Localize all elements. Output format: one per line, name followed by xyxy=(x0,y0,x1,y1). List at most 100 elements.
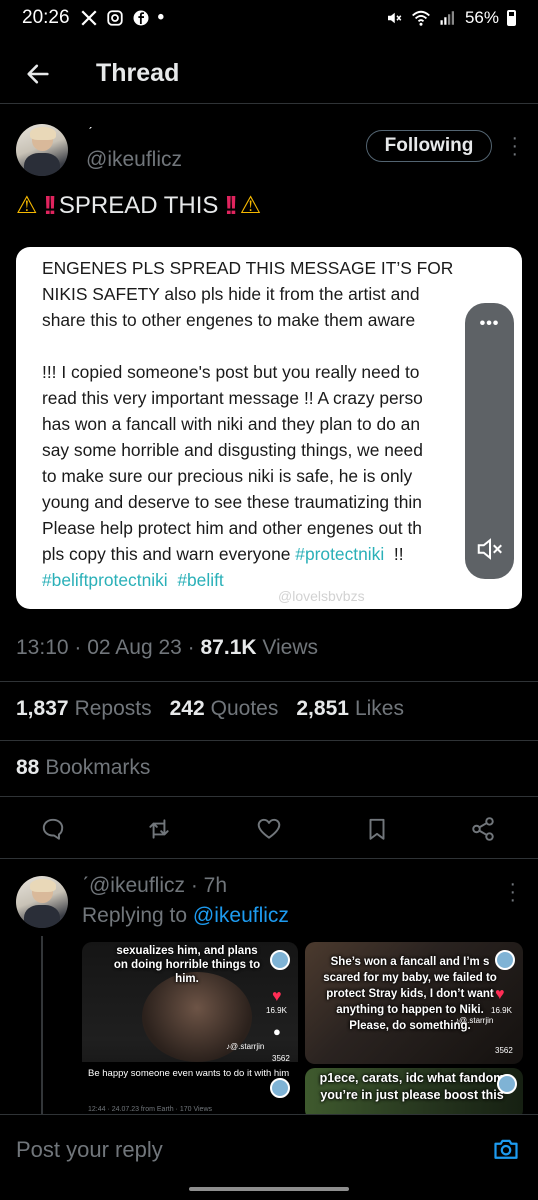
warning-icon: ⚠ xyxy=(239,192,262,219)
action-bar xyxy=(0,808,538,848)
media-line: say some horrible and disgusting things,… xyxy=(42,440,423,460)
media-line: has won a fancall with niki and they pla… xyxy=(42,414,421,434)
volume-mute-icon[interactable] xyxy=(475,534,505,569)
hashtag: #beliftprotectniki xyxy=(42,570,168,590)
media-caption: sexualizes him, and plans on doing horri… xyxy=(113,945,261,985)
views-label: Views xyxy=(262,636,319,659)
bookmark-icon xyxy=(369,818,385,840)
divider xyxy=(0,796,538,797)
status-bar: 20:26 • 56% xyxy=(0,0,538,36)
like-count: 16.9K xyxy=(266,1006,287,1015)
divider xyxy=(0,858,538,859)
instagram-icon xyxy=(106,10,123,26)
reply-media-1[interactable]: sexualizes him, and plans on doing horri… xyxy=(82,942,298,1120)
hashtag: #belift xyxy=(177,570,224,590)
post-time: 13:10 xyxy=(16,636,69,659)
media-line: !!! I copied someone's post but you real… xyxy=(42,362,420,382)
heart-icon: ♥ xyxy=(495,986,505,1003)
likes-stat[interactable]: 2,851 Likes xyxy=(296,697,404,721)
media-line: share this to other engenes to make them… xyxy=(42,310,416,330)
reply-header: ˊ@ikeuflicz · 7h Replying to @ikeuflicz … xyxy=(16,872,522,932)
battery-percent: 56% xyxy=(464,8,499,27)
floating-video-controls[interactable]: ••• xyxy=(465,303,514,579)
x-icon xyxy=(81,10,97,26)
tiktok-user: ♪@.starrjin xyxy=(226,1042,265,1051)
back-button[interactable] xyxy=(8,44,68,104)
share-icon xyxy=(472,817,494,841)
reply-media-2[interactable]: She’s won a fancall and I’m s scared for… xyxy=(305,942,523,1064)
like-count: 16.9K xyxy=(491,1006,512,1015)
following-button[interactable]: Following xyxy=(366,130,492,162)
avatar[interactable] xyxy=(16,124,68,176)
divider xyxy=(0,681,538,682)
heart-icon xyxy=(257,818,281,839)
media-line: ENGENES PLS SPREAD THIS MESSAGE IT’S FOR xyxy=(42,258,454,278)
media-line: pls copy this and warn everyone #protect… xyxy=(42,544,404,564)
post-media[interactable]: ENGENES PLS SPREAD THIS MESSAGE IT’S FOR… xyxy=(16,247,522,609)
thread-line xyxy=(41,936,43,1116)
post-date: 02 Aug 23 xyxy=(87,636,182,659)
top-bar: Thread xyxy=(0,44,538,104)
divider xyxy=(0,740,538,741)
post-header: ˊ @ikeuflicz Following · · · xyxy=(16,124,522,180)
media-line: read this very important message !! A cr… xyxy=(42,388,423,408)
view-count: 87.1K xyxy=(200,636,257,659)
profile-icon xyxy=(497,1074,517,1094)
post-meta: 13:10 · 02 Aug 23 · 87.1K Views xyxy=(16,636,319,659)
bookmarks-stat[interactable]: 88 Bookmarks xyxy=(16,756,150,780)
heart-icon: ♥ xyxy=(272,988,282,1005)
replying-to-link[interactable]: @ikeuflicz xyxy=(193,904,289,927)
watermark: @lovelsbvbzs xyxy=(278,588,365,604)
signal-icon xyxy=(440,11,454,25)
hashtag: #protectniki xyxy=(295,544,385,564)
arrow-left-icon xyxy=(27,64,49,83)
profile-icon xyxy=(270,950,290,970)
media-caption: p1ece, carats, idc what fandom you’re in… xyxy=(319,1071,505,1102)
tweet-footer: 12:44 · 24.07.23 from Earth · 170 Views xyxy=(88,1106,212,1113)
avatar[interactable] xyxy=(16,876,68,928)
home-indicator xyxy=(189,1187,349,1191)
more-options-icon[interactable]: · · · xyxy=(509,874,516,910)
media-line: young and deserve to see these traumatiz… xyxy=(42,492,422,512)
profile-icon xyxy=(495,950,515,970)
profile-icon xyxy=(270,1078,290,1098)
like-button[interactable] xyxy=(254,814,284,844)
display-name[interactable]: ˊ xyxy=(88,124,93,140)
reply-author[interactable]: ˊ@ikeuflicz · 7h xyxy=(82,874,227,898)
wifi-icon xyxy=(412,10,430,26)
reply-input[interactable]: Post your reply xyxy=(16,1137,163,1163)
bookmark-button[interactable] xyxy=(362,814,392,844)
more-options-icon[interactable]: · · · xyxy=(511,128,518,164)
camera-button[interactable] xyxy=(492,1135,520,1168)
reply-icon xyxy=(42,818,64,840)
status-dot: • xyxy=(157,7,165,28)
mute-icon xyxy=(387,12,402,24)
engagement-stats: 1,837 Reposts 242 Quotes 2,851 Likes xyxy=(16,697,422,721)
more-icon[interactable]: ••• xyxy=(465,315,514,333)
facebook-icon xyxy=(133,10,149,26)
reply-button[interactable] xyxy=(38,814,68,844)
media-line: Please help protect him and other engene… xyxy=(42,518,422,538)
notification-icons: • xyxy=(80,7,165,29)
media-line: to make sure our precious niki is safe, … xyxy=(42,466,413,486)
media-line: NIKIS SAFETY also pls hide it from the a… xyxy=(42,284,420,304)
status-time: 20:26 xyxy=(22,7,70,28)
double-exclamation-icon: !! xyxy=(224,190,237,220)
warning-icon: ⚠ xyxy=(16,192,38,219)
quotes-stat[interactable]: 242 Quotes xyxy=(170,697,279,721)
author-handle[interactable]: @ikeuflicz xyxy=(86,148,182,172)
camera-icon xyxy=(494,1139,518,1159)
tweet-text: Be happy someone even wants to do it wit… xyxy=(88,1068,290,1079)
share-button[interactable] xyxy=(468,814,498,844)
repost-icon xyxy=(149,819,169,839)
reply-media-3[interactable]: p1ece, carats, idc what fandom you’re in… xyxy=(305,1068,523,1120)
tiktok-user: ♪@.starrjin xyxy=(455,1016,494,1025)
replying-to: Replying to @ikeuflicz xyxy=(82,904,289,927)
repost-button[interactable] xyxy=(144,814,174,844)
battery-icon xyxy=(507,10,516,26)
status-right: 56% xyxy=(385,8,516,28)
post-text: ⚠ !! SPREAD THIS !! ⚠ xyxy=(16,190,261,221)
page-title: Thread xyxy=(96,59,180,87)
reposts-stat[interactable]: 1,837 Reposts xyxy=(16,697,152,721)
comment-icon: ● xyxy=(273,1024,281,1039)
